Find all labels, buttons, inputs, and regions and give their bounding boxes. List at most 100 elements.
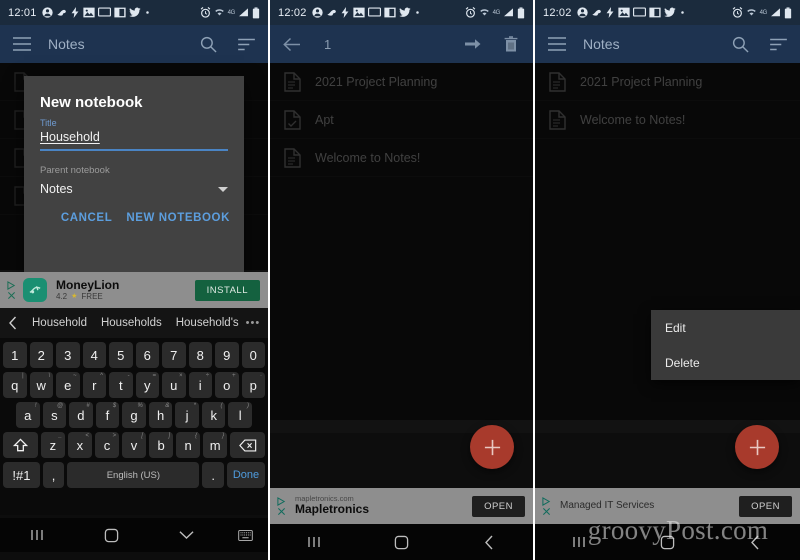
title-input[interactable]: Household <box>24 128 244 147</box>
ad-banner[interactable]: MoneyLion 4.2 ★ FREE INSTALL <box>0 272 268 308</box>
new-notebook-dialog: New notebook Title Household Parent note… <box>24 76 244 282</box>
search-icon[interactable] <box>198 34 218 54</box>
key-n[interactable]: {n <box>176 432 201 458</box>
key-a[interactable]: ! a <box>15 402 40 428</box>
cancel-button[interactable]: CANCEL <box>61 212 113 224</box>
ad-banner[interactable]: mapletronics.com Mapletronics OPEN <box>270 488 533 524</box>
ad-choices-icon[interactable] <box>273 496 289 516</box>
backspace-key[interactable] <box>230 432 266 458</box>
key-c[interactable]: > c <box>94 432 119 458</box>
home-icon[interactable] <box>74 528 148 543</box>
key-l[interactable]: ) l <box>228 402 253 428</box>
key-r[interactable]: ^ r <box>82 372 106 398</box>
app-bar-actions <box>198 34 256 54</box>
back-icon[interactable] <box>712 535 800 550</box>
recents-icon[interactable] <box>535 535 623 549</box>
paint-icon <box>326 9 336 16</box>
move-arrow-icon[interactable] <box>463 34 483 54</box>
key-x[interactable]: < x <box>67 432 92 458</box>
key-s[interactable]: @ s <box>42 402 67 428</box>
shift-key[interactable] <box>2 432 38 458</box>
back-icon[interactable] <box>445 535 533 550</box>
open-button[interactable]: OPEN <box>472 495 525 517</box>
keyboard-switch-icon[interactable] <box>223 529 268 541</box>
phone-screen-new-notebook: 12:01 4G Notes New notebook Title Househ… <box>0 0 268 560</box>
title-field-label: Title <box>40 118 57 128</box>
key-4[interactable]: 4 <box>82 342 106 368</box>
system-nav-bar <box>0 518 268 552</box>
suggestion-2[interactable]: Household's <box>176 317 239 329</box>
recents-icon[interactable] <box>270 535 358 549</box>
space-key[interactable]: English (US) <box>67 462 200 488</box>
key-p[interactable]: · p <box>241 372 265 398</box>
key-6[interactable]: 6 <box>135 342 159 368</box>
back-arrow-icon[interactable] <box>282 34 302 54</box>
key-5[interactable]: 5 <box>109 342 133 368</box>
key-3[interactable]: 3 <box>56 342 80 368</box>
status-bar-notification-icons <box>41 7 151 18</box>
comma-key[interactable]: , <box>42 462 65 488</box>
key-9[interactable]: 9 <box>215 342 239 368</box>
selected-count: 1 <box>324 36 332 52</box>
context-menu-item-edit[interactable]: Edit <box>651 310 800 345</box>
home-icon[interactable] <box>623 535 711 550</box>
home-icon[interactable] <box>358 535 446 550</box>
key-8[interactable]: 8 <box>188 342 212 368</box>
key-y[interactable]: = y <box>135 372 159 398</box>
recents-icon[interactable] <box>0 528 74 542</box>
trash-icon[interactable] <box>501 34 521 54</box>
key-g[interactable]: % g <box>122 402 146 428</box>
key-u[interactable]: × u <box>162 372 186 398</box>
new-notebook-button[interactable]: NEW NOTEBOOK <box>126 212 230 224</box>
parent-notebook-select[interactable]: Notes <box>24 176 244 196</box>
image-icon <box>617 7 630 18</box>
key-o[interactable]: + o <box>215 372 239 398</box>
ad-choices-icon[interactable] <box>3 280 19 300</box>
book-icon <box>113 7 126 18</box>
key-h[interactable]: & h <box>148 402 173 428</box>
sort-icon[interactable] <box>236 34 256 54</box>
status-bar: 12:01 4G <box>0 0 268 25</box>
selection-action-bar: 1 <box>270 25 533 63</box>
ad-choices-icon[interactable] <box>538 496 554 516</box>
add-note-fab[interactable] <box>735 425 779 469</box>
context-menu-item-delete[interactable]: Delete <box>651 345 800 380</box>
done-key[interactable]: Done <box>226 462 266 488</box>
suggestion-0[interactable]: Household <box>32 317 87 329</box>
suggestion-1[interactable]: Households <box>101 317 162 329</box>
hamburger-icon[interactable] <box>547 34 567 54</box>
open-button[interactable]: OPEN <box>739 495 792 517</box>
key-t[interactable]: -t <box>109 372 133 398</box>
period-key[interactable]: . <box>202 462 224 488</box>
key-i[interactable]: ÷ i <box>188 372 212 398</box>
add-icon <box>749 439 765 455</box>
parent-notebook-label: Parent notebook <box>40 165 110 176</box>
image-icon <box>352 7 365 18</box>
key-e[interactable]: ~ e <box>56 372 80 398</box>
key-j[interactable]: * j <box>175 402 199 428</box>
key-1[interactable]: 1 <box>3 342 27 368</box>
key-m[interactable]: } m <box>203 432 228 458</box>
ad-banner[interactable]: Managed IT Services OPEN <box>535 488 800 524</box>
key-q[interactable]: | q <box>3 372 27 398</box>
search-icon[interactable] <box>730 34 750 54</box>
key-v[interactable]: [v <box>121 432 147 458</box>
key-0[interactable]: 0 <box>241 342 265 368</box>
add-note-fab[interactable] <box>470 425 514 469</box>
suggestion-overflow-icon[interactable]: ••• <box>246 317 261 329</box>
key-2[interactable]: 2 <box>29 342 53 368</box>
key-w[interactable]: \ w <box>29 372 53 398</box>
key-7[interactable]: 7 <box>162 342 186 368</box>
suggestion-back-icon[interactable] <box>8 313 18 333</box>
key-z[interactable]: _ z <box>40 432 65 458</box>
key-d[interactable]: # d <box>69 402 93 428</box>
hide-keyboard-icon[interactable] <box>149 530 223 540</box>
hamburger-icon[interactable] <box>12 34 32 54</box>
install-button[interactable]: INSTALL <box>194 279 260 301</box>
key-f[interactable]: $ f <box>95 402 120 428</box>
key-k[interactable]: (k <box>201 402 226 428</box>
key-b[interactable]: ] b <box>149 432 174 458</box>
sort-icon[interactable] <box>768 34 788 54</box>
symbols-key[interactable]: !#1 <box>3 462 40 488</box>
alarm-icon <box>465 7 475 18</box>
